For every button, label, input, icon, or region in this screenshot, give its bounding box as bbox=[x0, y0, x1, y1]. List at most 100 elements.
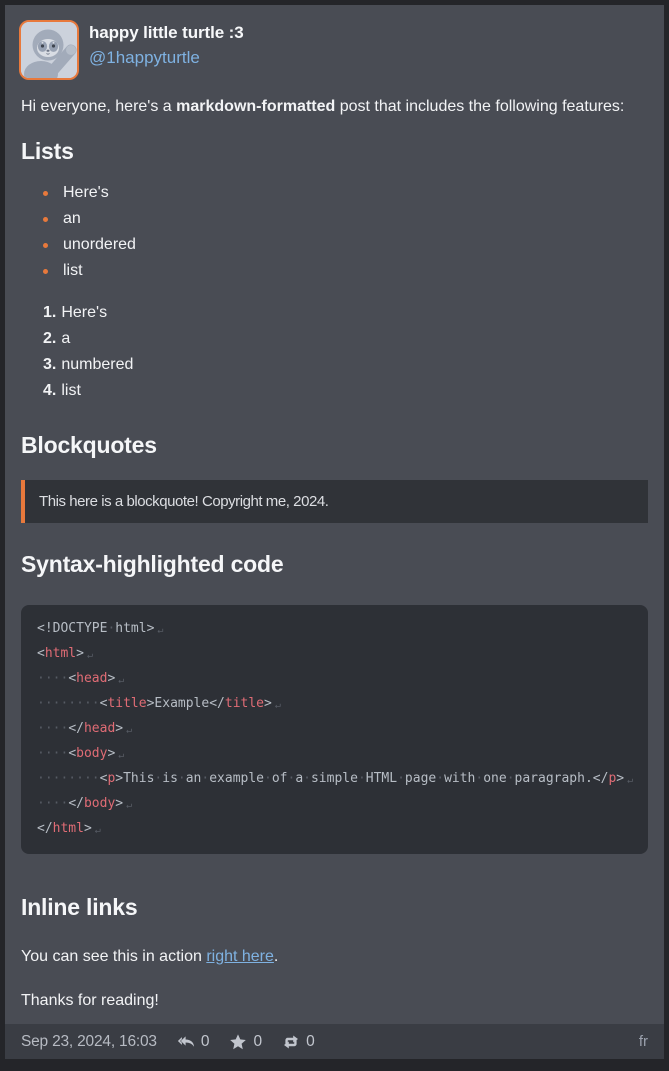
blockquote-text: This here is a blockquote! Copyright me,… bbox=[39, 492, 634, 511]
code-tag-token: head bbox=[84, 721, 115, 736]
end-of-line-mark: ↵ bbox=[95, 825, 101, 836]
ordered-list-number: 3. bbox=[43, 356, 56, 373]
end-of-line-mark: ↵ bbox=[118, 675, 124, 686]
code-plain-token: a bbox=[295, 771, 303, 786]
viewport-frame: happy little turtle :3 @1happyturtle Hi … bbox=[0, 0, 669, 1067]
author-identity: happy little turtle :3 @1happyturtle bbox=[89, 20, 244, 71]
code-block: <!DOCTYPE·html>↵<html>↵····<head>↵······… bbox=[21, 605, 648, 854]
whitespace-dots: · bbox=[178, 771, 186, 786]
links-paragraph: You can see this in action right here. bbox=[21, 944, 648, 970]
whitespace-dots: · bbox=[507, 771, 515, 786]
code-plain-token: is bbox=[162, 771, 178, 786]
whitespace-dots: ···· bbox=[37, 721, 68, 736]
code-plain-token: HTML bbox=[366, 771, 397, 786]
whitespace-dots: ········ bbox=[37, 696, 100, 711]
reply-icon bbox=[177, 1033, 195, 1051]
ordered-list: 1.Here's2.a3.numbered4.list bbox=[21, 300, 648, 404]
whitespace-dots: · bbox=[358, 771, 366, 786]
ordered-list-item: 1.Here's bbox=[43, 300, 648, 326]
intro-text-post: post that includes the following feature… bbox=[335, 98, 624, 115]
end-of-line-mark: ↵ bbox=[87, 650, 93, 661]
end-of-line-mark: ↵ bbox=[126, 800, 132, 811]
code-plain-token: < bbox=[68, 671, 76, 686]
code-plain-token: example bbox=[209, 771, 264, 786]
whitespace-dots: ········ bbox=[37, 771, 100, 786]
avatar[interactable] bbox=[19, 20, 79, 80]
code-plain-token: > bbox=[115, 721, 123, 736]
whitespace-dots: · bbox=[303, 771, 311, 786]
code-tag-token: head bbox=[76, 671, 107, 686]
code-line: ····<head>↵ bbox=[37, 667, 632, 692]
code-line: </html>↵ bbox=[37, 817, 632, 842]
ordered-list-text: numbered bbox=[61, 356, 133, 373]
code-plain-token: html> bbox=[115, 621, 154, 636]
heading-blockquotes: Blockquotes bbox=[21, 430, 648, 460]
code-line: <!DOCTYPE·html>↵ bbox=[37, 617, 632, 642]
code-tag-token: body bbox=[76, 746, 107, 761]
ordered-list-text: a bbox=[61, 330, 70, 347]
code-plain-token: > bbox=[107, 671, 115, 686]
code-tag-token: title bbox=[107, 696, 146, 711]
whitespace-dots: ···· bbox=[37, 746, 68, 761]
code-line: <html>↵ bbox=[37, 642, 632, 667]
code-block-content: <!DOCTYPE·html>↵<html>↵····<head>↵······… bbox=[37, 617, 632, 842]
intro-paragraph: Hi everyone, here's a markdown-formatted… bbox=[21, 94, 648, 120]
unordered-list-item: Here's bbox=[43, 180, 648, 206]
links-text-pre: You can see this in action bbox=[21, 948, 206, 965]
reply-button[interactable]: 0 bbox=[177, 1033, 210, 1051]
code-plain-token: < bbox=[37, 646, 45, 661]
code-plain-token: an bbox=[186, 771, 202, 786]
post-footer: Sep 23, 2024, 16:03 0 0 0 bbox=[5, 1024, 664, 1059]
boost-icon bbox=[282, 1033, 300, 1051]
author-display-name: happy little turtle :3 bbox=[89, 21, 244, 45]
end-of-line-mark: ↵ bbox=[157, 625, 163, 636]
code-plain-token: > bbox=[264, 696, 272, 711]
ordered-list-number: 1. bbox=[43, 304, 56, 321]
intro-text-pre: Hi everyone, here's a bbox=[21, 98, 176, 115]
code-plain-token: one bbox=[483, 771, 506, 786]
code-line: ········<p>This·is·an·example·of·a·simpl… bbox=[37, 767, 632, 792]
code-plain-token: with bbox=[444, 771, 475, 786]
code-plain-token: </ bbox=[68, 721, 84, 736]
code-plain-token: > bbox=[115, 796, 123, 811]
heading-code: Syntax-highlighted code bbox=[21, 549, 648, 579]
code-tag-token: html bbox=[45, 646, 76, 661]
blockquote: This here is a blockquote! Copyright me,… bbox=[21, 480, 648, 523]
unordered-list: Here'sanunorderedlist bbox=[21, 180, 648, 284]
heading-inline-links: Inline links bbox=[21, 892, 648, 922]
right-here-link[interactable]: right here bbox=[206, 948, 274, 965]
code-plain-token: </ bbox=[68, 796, 84, 811]
code-plain-token: >Example</ bbox=[147, 696, 225, 711]
boost-button[interactable]: 0 bbox=[282, 1033, 315, 1051]
code-plain-token: simple bbox=[311, 771, 358, 786]
post-card: happy little turtle :3 @1happyturtle Hi … bbox=[5, 5, 664, 1059]
outro-paragraph: Thanks for reading! bbox=[21, 988, 648, 1014]
star-icon bbox=[229, 1033, 247, 1051]
code-tag-token: body bbox=[84, 796, 115, 811]
whitespace-dots: · bbox=[264, 771, 272, 786]
code-line: ····<body>↵ bbox=[37, 742, 632, 767]
whitespace-dots: ···· bbox=[37, 796, 68, 811]
favourite-button[interactable]: 0 bbox=[229, 1033, 262, 1051]
unordered-list-item: list bbox=[43, 258, 648, 284]
code-plain-token: > bbox=[616, 771, 624, 786]
ordered-list-item: 2. a bbox=[43, 326, 648, 352]
post-header[interactable]: happy little turtle :3 @1happyturtle bbox=[5, 5, 664, 80]
code-line: ····</head>↵ bbox=[37, 717, 632, 742]
favourite-count: 0 bbox=[253, 1033, 262, 1051]
code-plain-token: < bbox=[68, 746, 76, 761]
language-tag: fr bbox=[639, 1033, 648, 1050]
author-handle[interactable]: @1happyturtle bbox=[89, 45, 200, 71]
code-line: ········<title>Example</title>↵ bbox=[37, 692, 632, 717]
whitespace-dots: · bbox=[397, 771, 405, 786]
code-plain-token: <!DOCTYPE bbox=[37, 621, 107, 636]
code-plain-token: > bbox=[107, 746, 115, 761]
code-plain-token: >This bbox=[115, 771, 154, 786]
end-of-line-mark: ↵ bbox=[627, 775, 633, 786]
code-plain-token: > bbox=[84, 821, 92, 836]
timestamp-link[interactable]: Sep 23, 2024, 16:03 bbox=[21, 1033, 157, 1051]
ordered-list-number: 2. bbox=[43, 330, 56, 347]
code-plain-token: > bbox=[76, 646, 84, 661]
ordered-list-number: 4. bbox=[43, 382, 56, 399]
reply-count: 0 bbox=[201, 1033, 210, 1051]
